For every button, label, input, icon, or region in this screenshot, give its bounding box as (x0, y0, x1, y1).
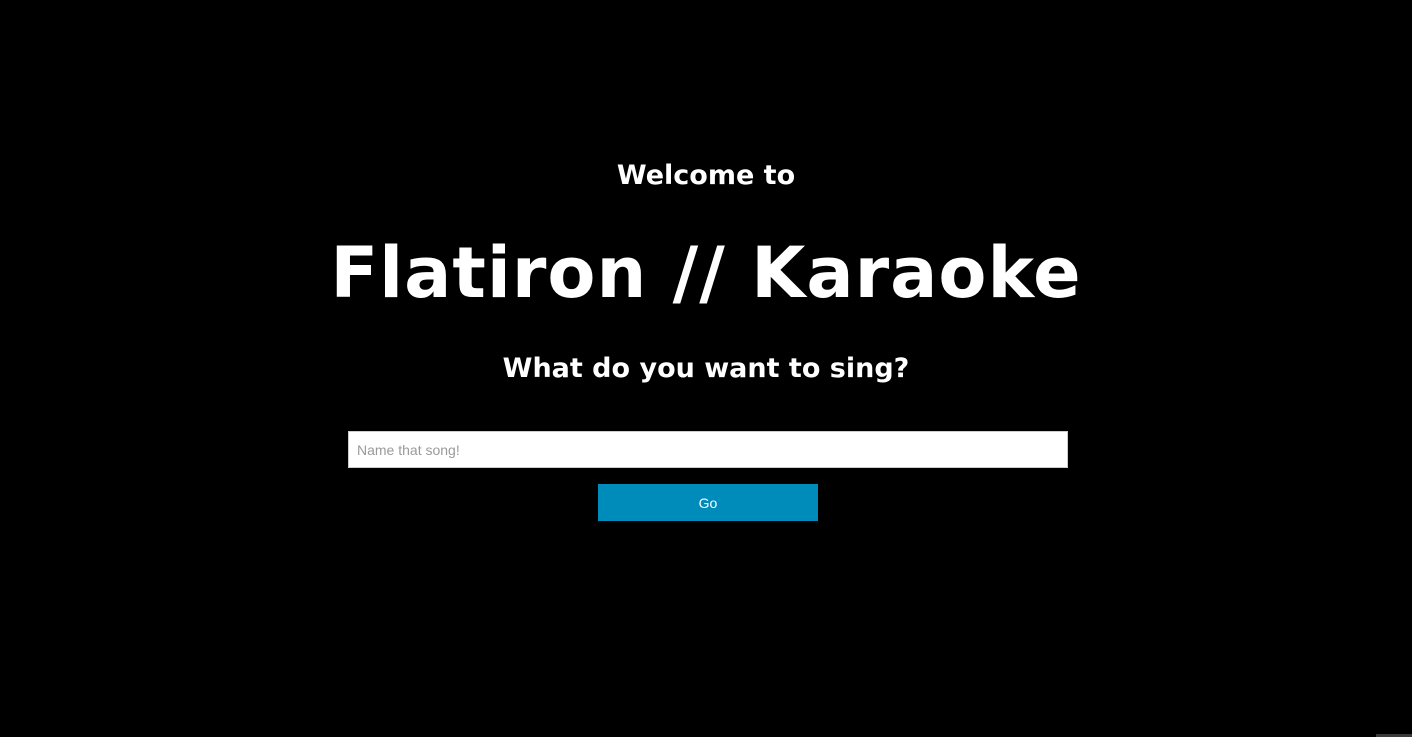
karaoke-landing-page: Welcome to Flatiron // Karaoke What do y… (0, 0, 1412, 737)
page-title: Flatiron // Karaoke (330, 232, 1082, 314)
song-search-input[interactable] (348, 431, 1068, 468)
welcome-heading: Welcome to (616, 160, 796, 191)
go-button[interactable]: Go (598, 484, 818, 521)
prompt-heading: What do you want to sing? (502, 353, 910, 384)
